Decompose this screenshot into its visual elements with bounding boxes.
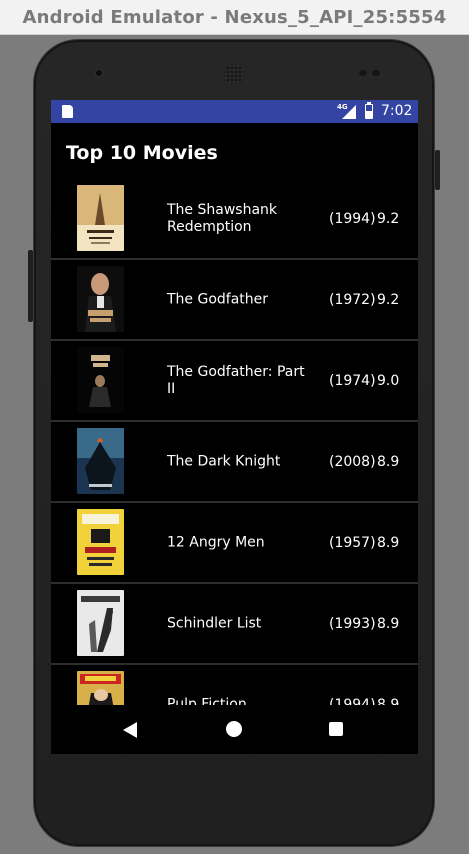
movie-year: (1972): [329, 291, 376, 308]
movie-title: The Godfather: [167, 291, 269, 307]
movie-rating: 9.2: [377, 210, 400, 227]
movie-year: (1994): [329, 696, 376, 706]
movie-year: (1957): [329, 534, 376, 551]
godfather-2-poster-icon: [77, 347, 124, 413]
movie-row[interactable]: Schindler List (1993) 8.9: [51, 584, 418, 665]
movie-row[interactable]: The Shawshank Redemption (1994) 9.2: [51, 179, 418, 260]
movie-title: Pulp Fiction: [167, 696, 247, 705]
movie-row[interactable]: The Godfather: Part II (1974) 9.0: [51, 341, 418, 422]
back-triangle-icon[interactable]: [123, 722, 137, 738]
movie-rating: 9.0: [377, 372, 400, 389]
movie-title: The Godfather: Part II: [167, 363, 305, 397]
movie-title: The Dark Knight: [167, 453, 281, 469]
shawshank-poster-icon: [77, 185, 124, 251]
movie-title: 12 Angry Men: [167, 534, 265, 550]
schindlers-list-poster-icon: [77, 590, 124, 656]
movie-year: (1974): [329, 372, 376, 389]
signal-icon: 4G: [336, 103, 356, 119]
app-title: Top 10 Movies: [66, 142, 218, 164]
dark-knight-poster-icon: [77, 428, 124, 494]
movie-year: (1993): [329, 615, 376, 632]
earpiece-speaker-icon: [224, 64, 244, 84]
movie-row[interactable]: Pulp Fiction (1994) 8.9: [51, 665, 418, 705]
godfather-poster-icon: [77, 266, 124, 332]
pulp-fiction-poster-icon: [77, 671, 124, 705]
status-bar: 4G 7:02: [51, 100, 418, 123]
movie-rating: 8.9: [377, 696, 400, 706]
front-camera-icon: [94, 68, 104, 78]
device-screen: 4G 7:02 Top 10 Movies The Shawshank Rede…: [51, 100, 418, 754]
movie-rating: 8.9: [377, 615, 400, 632]
volume-button[interactable]: [28, 250, 33, 322]
movie-rating: 8.9: [377, 453, 400, 470]
proximity-sensor-icon: [359, 70, 367, 76]
emulator-title-bar: Android Emulator - Nexus_5_API_25:5554: [0, 0, 469, 35]
home-circle-icon[interactable]: [226, 721, 242, 737]
status-clock: 7:02: [381, 103, 413, 119]
recents-square-icon[interactable]: [329, 722, 343, 736]
emulator-title: Android Emulator - Nexus_5_API_25:5554: [22, 6, 447, 28]
12-angry-men-poster-icon: [77, 509, 124, 575]
movie-title: Schindler List: [167, 615, 262, 631]
movie-rating: 9.2: [377, 291, 400, 308]
movie-title: The Shawshank Redemption: [167, 201, 278, 235]
movie-rating: 8.9: [377, 534, 400, 551]
movie-year: (1994): [329, 210, 376, 227]
power-button[interactable]: [435, 150, 440, 190]
light-sensor-icon: [372, 70, 380, 76]
navigation-bar: [51, 705, 418, 754]
movie-row[interactable]: 12 Angry Men (1957) 8.9: [51, 503, 418, 584]
movie-year: (2008): [329, 453, 376, 470]
movie-list[interactable]: The Shawshank Redemption (1994) 9.2 The …: [51, 179, 418, 705]
movie-row[interactable]: The Dark Knight (2008) 8.9: [51, 422, 418, 503]
battery-icon: [365, 102, 373, 119]
sd-card-icon: [62, 105, 73, 118]
movie-row[interactable]: The Godfather (1972) 9.2: [51, 260, 418, 341]
